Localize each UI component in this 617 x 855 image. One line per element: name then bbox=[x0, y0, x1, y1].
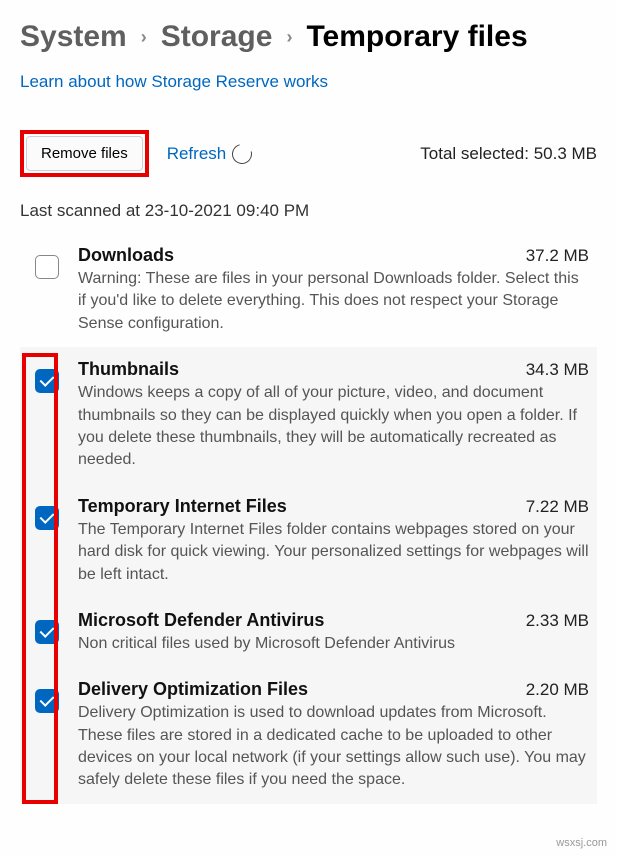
list-item[interactable]: Downloads 37.2 MB Warning: These are fil… bbox=[20, 233, 597, 347]
chevron-right-icon: › bbox=[141, 27, 147, 48]
list-item[interactable]: Temporary Internet Files 7.22 MB The Tem… bbox=[20, 484, 597, 598]
item-title: Delivery Optimization Files bbox=[78, 679, 308, 700]
checkbox-defender[interactable] bbox=[35, 620, 59, 644]
total-selected: Total selected: 50.3 MB bbox=[420, 144, 597, 164]
breadcrumb-storage[interactable]: Storage bbox=[161, 20, 273, 54]
item-title: Thumbnails bbox=[78, 359, 179, 380]
list-item[interactable]: Microsoft Defender Antivirus 2.33 MB Non… bbox=[20, 598, 597, 667]
list-item[interactable]: Thumbnails 34.3 MB Windows keeps a copy … bbox=[20, 347, 597, 484]
item-description: Windows keeps a copy of all of your pict… bbox=[78, 382, 589, 472]
total-value: 50.3 MB bbox=[534, 144, 597, 163]
item-size: 7.22 MB bbox=[526, 497, 589, 517]
refresh-icon bbox=[229, 140, 256, 167]
breadcrumb-temporary-files: Temporary files bbox=[306, 20, 527, 54]
item-size: 37.2 MB bbox=[526, 246, 589, 266]
item-title: Microsoft Defender Antivirus bbox=[78, 610, 324, 631]
item-title: Temporary Internet Files bbox=[78, 496, 287, 517]
chevron-right-icon: › bbox=[286, 27, 292, 48]
item-description: Warning: These are files in your persona… bbox=[78, 268, 589, 335]
item-description: Non critical files used by Microsoft Def… bbox=[78, 633, 589, 655]
learn-link[interactable]: Learn about how Storage Reserve works bbox=[20, 72, 328, 92]
checkbox-temp-internet[interactable] bbox=[35, 506, 59, 530]
checkbox-thumbnails[interactable] bbox=[35, 369, 59, 393]
action-row: Remove files Refresh Total selected: 50.… bbox=[20, 130, 597, 177]
refresh-button[interactable]: Refresh bbox=[167, 144, 253, 164]
item-description: The Temporary Internet Files folder cont… bbox=[78, 519, 589, 586]
breadcrumb: System › Storage › Temporary files bbox=[20, 20, 597, 54]
checkbox-downloads[interactable] bbox=[35, 255, 59, 279]
item-size: 2.20 MB bbox=[526, 680, 589, 700]
last-scanned-text: Last scanned at 23-10-2021 09:40 PM bbox=[20, 201, 597, 221]
item-description: Delivery Optimization is used to downloa… bbox=[78, 702, 589, 792]
watermark: wsxsj.com bbox=[556, 837, 607, 849]
checkbox-delivery-opt[interactable] bbox=[35, 689, 59, 713]
item-size: 2.33 MB bbox=[526, 611, 589, 631]
list-item[interactable]: Delivery Optimization Files 2.20 MB Deli… bbox=[20, 667, 597, 804]
breadcrumb-system[interactable]: System bbox=[20, 20, 127, 54]
item-title: Downloads bbox=[78, 245, 174, 266]
highlight-annotation: Remove files bbox=[20, 130, 149, 177]
remove-files-button[interactable]: Remove files bbox=[26, 136, 143, 171]
total-prefix: Total selected: bbox=[420, 144, 533, 163]
file-category-list: Downloads 37.2 MB Warning: These are fil… bbox=[20, 233, 597, 804]
item-size: 34.3 MB bbox=[526, 360, 589, 380]
refresh-label: Refresh bbox=[167, 144, 227, 164]
